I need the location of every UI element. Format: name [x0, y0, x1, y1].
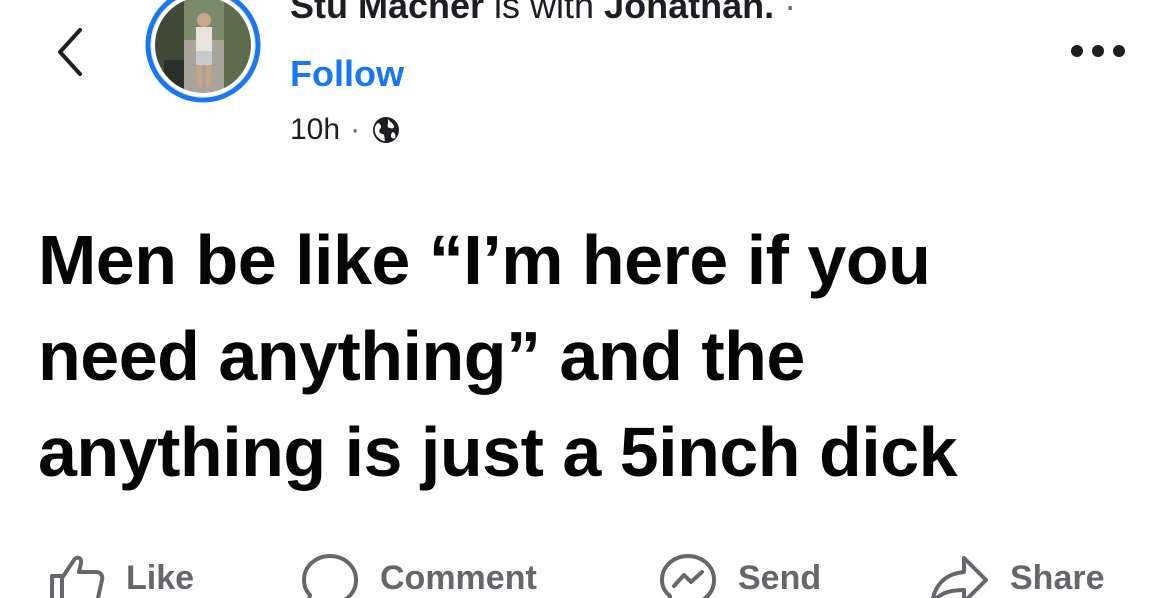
share-label: Share [1010, 558, 1105, 597]
header-separator: · [774, 0, 797, 26]
post-body: Men be like “I’m here if you need anythi… [38, 212, 1148, 500]
post-screen: Stu Macher is with Jonathan. · Follow 10… [0, 0, 1170, 598]
send-label: Send [738, 558, 822, 597]
globe-icon [373, 117, 400, 143]
meta-separator: · [350, 113, 361, 146]
thumbs-up-icon [50, 555, 105, 598]
share-icon [931, 556, 988, 598]
comment-icon [302, 554, 358, 598]
comment-label: Comment [380, 558, 537, 597]
back-button[interactable] [48, 24, 92, 80]
share-button[interactable]: Share [928, 548, 1105, 598]
comment-button[interactable]: Comment [300, 548, 537, 598]
post-header-line: Stu Macher is with Jonathan. · [290, 0, 796, 26]
post-line: need anything” and the [38, 317, 805, 395]
timestamp[interactable]: 10h [290, 113, 340, 147]
avatar-photo [145, 0, 261, 103]
chevron-left-icon [58, 28, 82, 76]
post-meta: 10h · [290, 110, 402, 150]
more-options-button[interactable] [1068, 36, 1128, 66]
avatar[interactable] [144, 0, 262, 104]
tagged-name[interactable]: Jonathan. [604, 0, 774, 26]
author-name[interactable]: Stu Macher [290, 0, 484, 26]
post-line: Men be like “I’m here if you [38, 221, 931, 299]
send-button[interactable]: Send [658, 548, 821, 598]
messenger-icon [660, 554, 716, 598]
with-text: is with [484, 0, 605, 26]
post-line: anything is just a 5inch dick [38, 413, 958, 491]
like-label: Like [126, 558, 195, 597]
like-button[interactable]: Like [48, 548, 194, 598]
more-horizontal-icon [1071, 45, 1125, 57]
action-bar: Like Comment Send Share [0, 548, 1170, 598]
follow-button[interactable]: Follow [290, 52, 404, 96]
